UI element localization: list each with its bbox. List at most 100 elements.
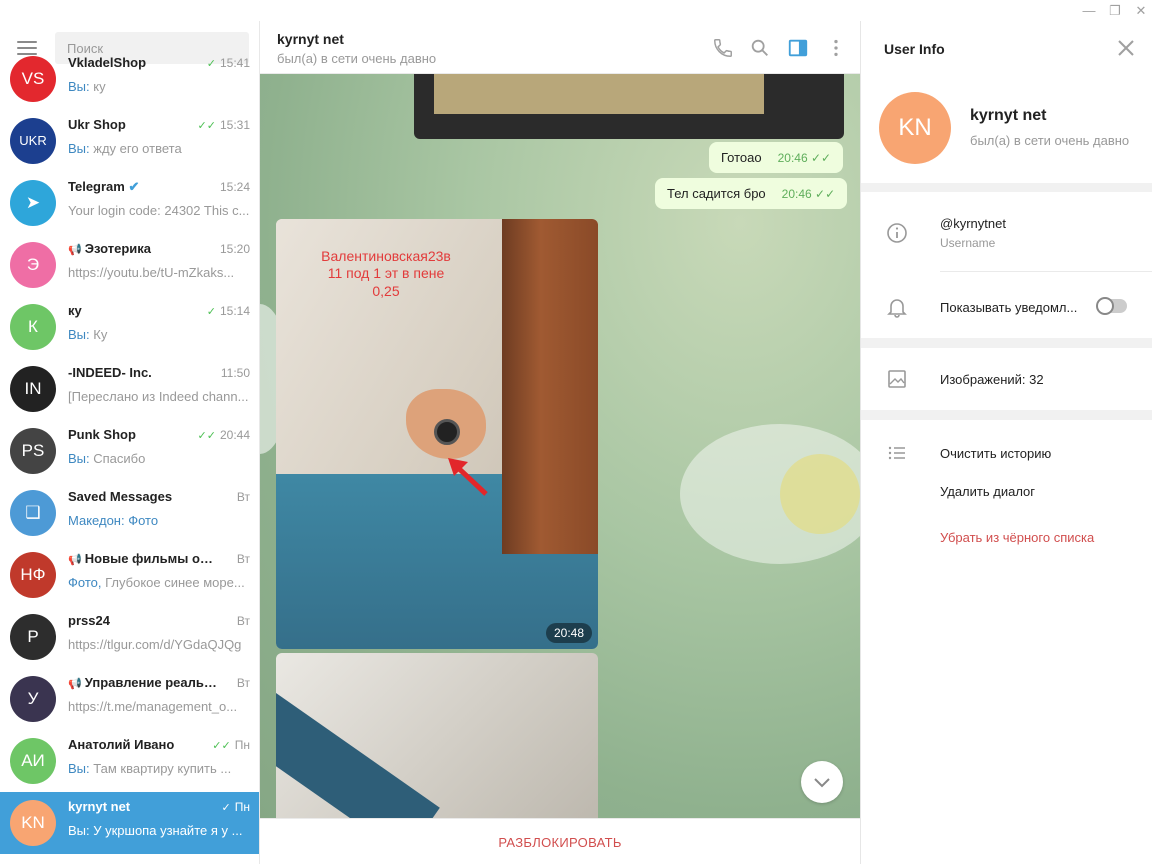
- photo-time: 20:48: [545, 623, 592, 643]
- scroll-down-button[interactable]: [801, 761, 843, 803]
- chat-preview: Вы: У укршопа узнайте я у ...: [68, 823, 250, 838]
- chat-name-text: Анатолий Ивано: [68, 737, 175, 752]
- image-icon: [888, 370, 906, 388]
- chat-time-text: Вт: [236, 490, 250, 504]
- search-icon[interactable]: [749, 37, 771, 59]
- chevron-down-icon: [814, 778, 830, 788]
- chat-time: ✓✓ 20:44: [198, 428, 250, 442]
- photo-message[interactable]: Валентиновская23в 11 под 1 эт в пене 0,2…: [276, 219, 598, 649]
- photo-caption-line: 11 под 1 эт в пене: [327, 265, 445, 281]
- chat-header[interactable]: kyrnyt net был(а) в сети очень давно: [260, 21, 860, 74]
- chat-item[interactable]: У 📢 Управление реальн... Вт https://t.me/ma…: [0, 668, 259, 730]
- chat-time-text: Пн: [234, 738, 250, 752]
- door-image: [502, 219, 598, 554]
- chat-time: ✓✓ 15:31: [198, 118, 250, 132]
- photo-caption-line: Валентиновская23в: [321, 248, 451, 264]
- delete-dialog-button[interactable]: Удалить диалог: [940, 484, 1035, 499]
- chat-preview-text: Вы: У укршопа узнайте я у ...: [68, 823, 243, 838]
- chat-preview: [Переслано из Indeed chann...: [68, 389, 250, 404]
- chat-name-text: prss24: [68, 613, 110, 628]
- chat-name-text: -INDEED- Inc.: [68, 365, 152, 380]
- divider: [940, 271, 1152, 272]
- chat-name: Ukr Shop: [68, 117, 218, 132]
- chat-time: Вт: [237, 614, 250, 628]
- unblock-bar: РАЗБЛОКИРОВАТЬ: [260, 818, 860, 864]
- megaphone-icon: 📢: [68, 678, 85, 690]
- photo-message[interactable]: [414, 64, 844, 139]
- restore-icon[interactable]: ❐: [1106, 2, 1124, 20]
- chat-item[interactable]: PS Punk Shop ✓✓ 20:44 Вы: Спасибо: [0, 420, 259, 482]
- double-check-icon: ✓✓: [815, 187, 836, 201]
- chat-name: Saved Messages: [68, 489, 218, 504]
- chat-name: VkladelShop: [68, 55, 218, 70]
- chat-time: ✓ 15:14: [207, 304, 250, 318]
- daisy-center-decoration: [780, 454, 860, 534]
- avatar: ➤: [10, 180, 56, 226]
- notifications-toggle[interactable]: [1096, 297, 1127, 315]
- chat-time: 11:50: [221, 366, 250, 380]
- chat-item[interactable]: Э 📢 Эзотерика 15:20 https://youtu.be/tU-mZk…: [0, 234, 259, 296]
- megaphone-icon: 📢: [68, 244, 85, 256]
- chat-name-text: Punk Shop: [68, 427, 136, 442]
- check-icon: ✓: [206, 306, 216, 318]
- chat-item[interactable]: НФ 📢 Новые фильмы он... Вт Фото, Глубокое с…: [0, 544, 259, 606]
- list-icon: [888, 446, 905, 460]
- chat-name: prss24: [68, 613, 218, 628]
- avatar: ❑: [10, 490, 56, 536]
- chat-preview: Вы: Спасибо: [68, 451, 250, 466]
- username-value[interactable]: @kyrnytnet: [940, 216, 1006, 231]
- user-info-panel: User Info KN kyrnyt net был(а) в сети оч…: [860, 21, 1152, 864]
- megaphone-icon: 📢: [68, 554, 85, 566]
- chat-preview-text: https://tlgur.com/d/YGdaQJQg: [68, 637, 242, 652]
- chat-preview-prefix: Вы:: [68, 141, 90, 156]
- sidebar-toggle-icon[interactable]: [787, 37, 809, 59]
- chat-preview-text: https://t.me/management_o...: [68, 699, 238, 714]
- chat-item[interactable]: VS VkladelShop ✓ 15:41 Вы: ку: [0, 48, 259, 110]
- chat-name: -INDEED- Inc.: [68, 365, 218, 380]
- close-window-icon[interactable]: ✕: [1132, 2, 1150, 20]
- message-time: 20:46: [781, 187, 812, 201]
- chat-item[interactable]: IN -INDEED- Inc. 11:50 [Переслано из Indeed…: [0, 358, 259, 420]
- notifications-label: Показывать уведомл...: [940, 300, 1078, 315]
- phone-icon[interactable]: [712, 37, 734, 59]
- chat-time: 15:20: [220, 242, 250, 256]
- chat-item[interactable]: UKR Ukr Shop ✓✓ 15:31 Вы: жду его ответа: [0, 110, 259, 172]
- chat-name-text: Ukr Shop: [68, 117, 126, 132]
- profile-status: был(а) в сети очень давно: [970, 133, 1130, 148]
- photo-message[interactable]: [276, 653, 598, 823]
- avatar: UKR: [10, 118, 56, 164]
- chat-name-text: Эзотерика: [84, 241, 152, 256]
- chat-preview-text: Спасибо: [89, 451, 146, 466]
- close-icon[interactable]: [1117, 39, 1135, 57]
- chat-item[interactable]: Кку ✓ 15:14 Вы: Ку: [0, 296, 259, 358]
- chat-name-text: Saved Messages: [68, 489, 173, 504]
- chat-preview-prefix: Фото,: [68, 575, 102, 590]
- chat-name-text: Управление реальн...: [84, 675, 218, 690]
- unblock-button[interactable]: РАЗБЛОКИРОВАТЬ: [498, 835, 621, 850]
- profile-name: kyrnyt net: [970, 107, 1047, 124]
- chat-item[interactable]: Pprss24 Вт https://tlgur.com/d/YGdaQJQg: [0, 606, 259, 668]
- chat-item[interactable]: ➤ Telegram ✔ 15:24 Your login code: 24302 T…: [0, 172, 259, 234]
- photo-caption-line: 0,25: [372, 283, 400, 299]
- chat-item[interactable]: АИ Анатолий Ивано ✓✓ Пн Вы: Там квартиру куп…: [0, 730, 259, 792]
- unblacklist-button[interactable]: Убрать из чёрного списка: [940, 530, 1094, 545]
- info-icon: [887, 223, 907, 243]
- avatar: IN: [10, 366, 56, 412]
- peephole-image: [434, 419, 460, 445]
- message-bubble[interactable]: Готоао 20:46 ✓✓: [709, 142, 844, 173]
- media-section[interactable]: Изображений: 32: [861, 348, 1152, 410]
- chat-time: Вт: [237, 552, 250, 566]
- chat-name: kyrnyt net: [68, 799, 218, 814]
- avatar[interactable]: KN: [879, 92, 951, 164]
- more-vertical-icon[interactable]: [825, 37, 847, 59]
- message-bubble[interactable]: Тел садится бро 20:46 ✓✓: [655, 178, 848, 209]
- chat-time: ✓✓ Пн: [212, 738, 250, 752]
- minimize-icon[interactable]: —: [1080, 2, 1098, 20]
- clear-history-button[interactable]: Очистить историю: [940, 446, 1051, 461]
- chat-time: ✓ Пн: [222, 800, 250, 814]
- chat-item[interactable]: ❑ Saved Messages Вт Македон: Фото: [0, 482, 259, 544]
- chat-item[interactable]: KN kyrnyt net ✓ Пн Вы: У укршопа узнайте я у…: [0, 792, 259, 854]
- message-text: Готоао: [721, 150, 762, 165]
- avatar: Э: [10, 242, 56, 288]
- chat-name: 📢 Новые фильмы он...: [68, 551, 218, 566]
